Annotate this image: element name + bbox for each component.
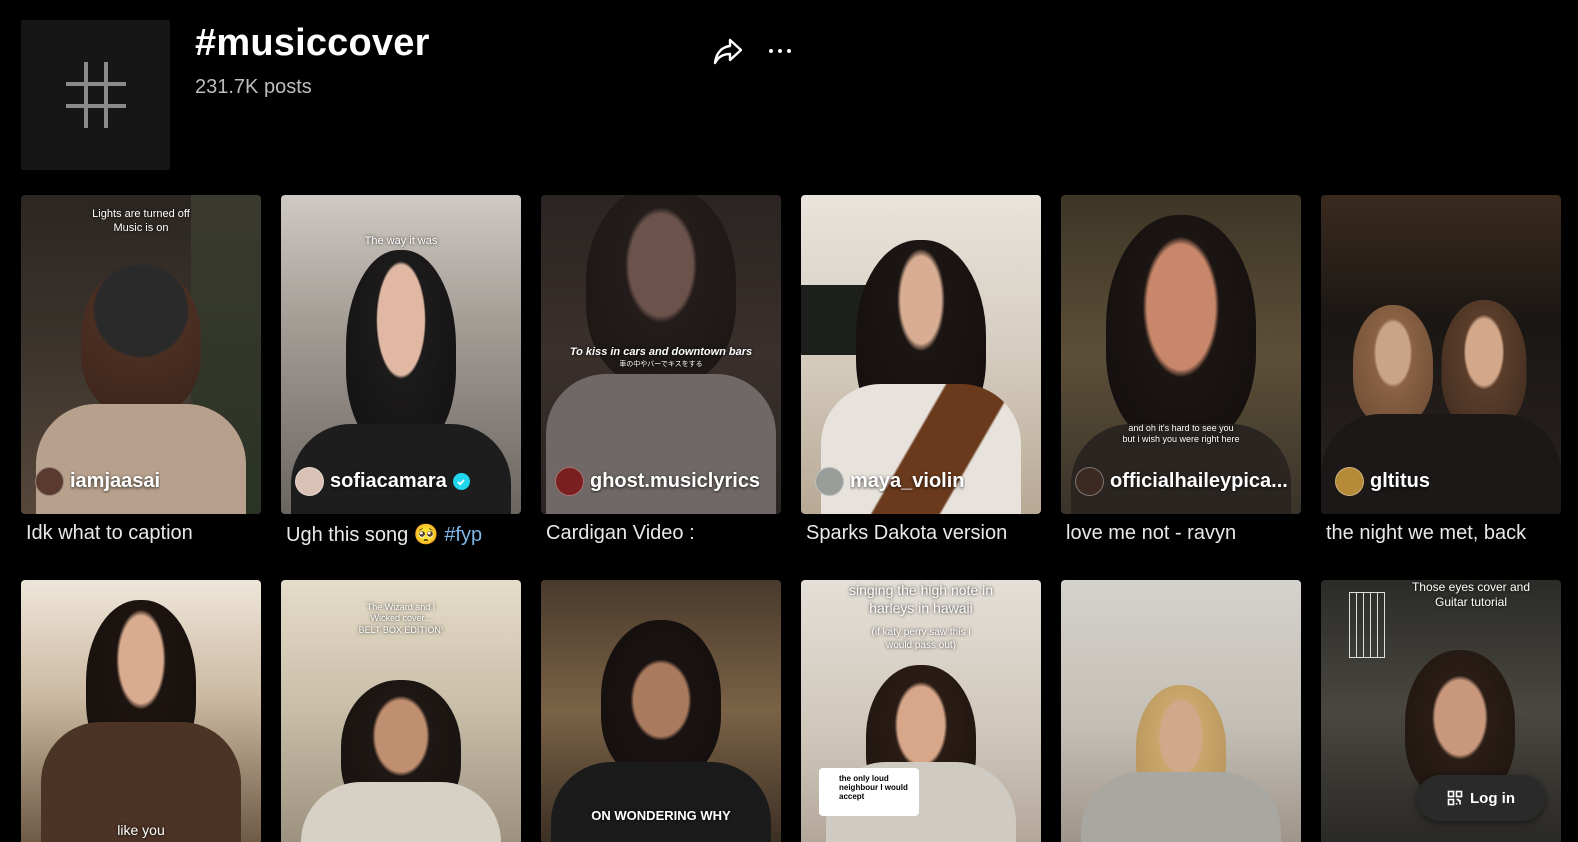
video-card[interactable]: To kiss in cars and downtown bars 車の中やバー…	[541, 195, 781, 544]
author-name: maya_violin	[850, 470, 965, 492]
video-overlay-text: The Wizard and I Wicked cover... BELT BO…	[358, 602, 444, 635]
video-card[interactable]	[1061, 580, 1301, 842]
video-overlay-text: and oh it's hard to see you but i wish y…	[1122, 423, 1240, 445]
video-thumbnail[interactable]: maya_violin	[801, 195, 1041, 514]
author-name: ghost.musiclyrics	[590, 470, 761, 492]
avatar	[295, 467, 324, 496]
video-thumbnail[interactable]: gltitus	[1321, 195, 1561, 514]
hashtag-icon	[21, 20, 170, 170]
video-overlay-text: ON WONDERING WHY	[591, 808, 731, 823]
verified-badge-icon	[452, 473, 470, 490]
video-card[interactable]: like you	[21, 580, 261, 842]
video-thumbnail[interactable]: and oh it's hard to see you but i wish y…	[1061, 195, 1301, 514]
video-thumbnail[interactable]: Lights are turned off Music is on iamjaa…	[21, 195, 261, 514]
video-overlay-text: Those eyes cover and Guitar tutorial	[1411, 580, 1531, 609]
share-button[interactable]	[711, 34, 745, 68]
video-card[interactable]: ON WONDERING WHY	[541, 580, 781, 842]
avatar	[1075, 467, 1104, 496]
page-title: #musiccover	[195, 22, 430, 64]
video-author[interactable]: sofiacamara	[295, 467, 470, 496]
video-caption[interactable]: Sparks Dakota version	[806, 522, 1041, 545]
video-caption[interactable]: Idk what to caption	[26, 522, 261, 545]
video-overlay-text: The way it was	[364, 235, 438, 247]
video-thumbnail[interactable]: ON WONDERING WHY	[541, 580, 781, 842]
video-card[interactable]: gltitus the night we met, back	[1321, 195, 1561, 544]
author-name: sofiacamara	[330, 470, 447, 492]
video-card[interactable]: The Wizard and I Wicked cover... BELT BO…	[281, 580, 521, 842]
video-thumbnail[interactable]: The Wizard and I Wicked cover... BELT BO…	[281, 580, 521, 842]
video-author[interactable]: officialhaileypica...	[1075, 467, 1288, 496]
video-overlay-subtext: 車の中やバーでキスをする	[619, 361, 703, 368]
more-options-button[interactable]	[765, 44, 795, 58]
video-author[interactable]: ghost.musiclyrics	[555, 467, 760, 496]
login-label: Log in	[1470, 789, 1515, 807]
avatar	[815, 467, 844, 496]
video-card[interactable]: and oh it's hard to see you but i wish y…	[1061, 195, 1301, 544]
share-arrow-icon	[713, 38, 743, 65]
more-dots-icon	[769, 49, 773, 53]
video-caption[interactable]: Cardigan Video :	[546, 522, 781, 545]
post-count: 231.7K posts	[195, 76, 312, 98]
video-overlay-subtext: (if katy perry saw this i would pass out…	[871, 627, 971, 651]
video-overlay-text: singing the high note in harleys in hawa…	[849, 582, 993, 616]
author-name: iamjaasai	[70, 470, 161, 492]
author-name: officialhaileypica...	[1110, 470, 1288, 492]
video-card[interactable]: singing the high note in harleys in hawa…	[801, 580, 1041, 842]
hashtag-link[interactable]: #fyp	[444, 524, 482, 546]
video-card[interactable]: Lights are turned off Music is on iamjaa…	[21, 195, 261, 544]
qr-code-icon	[1447, 790, 1463, 806]
hashtag-header: #musiccover 231.7K posts	[21, 20, 821, 170]
video-caption[interactable]: love me not - ravyn	[1066, 522, 1301, 545]
login-button[interactable]: Log in	[1417, 775, 1545, 821]
author-name: gltitus	[1370, 470, 1430, 492]
video-card[interactable]: maya_violin Sparks Dakota version	[801, 195, 1041, 544]
video-overlay-text: Lights are turned off Music is on	[92, 208, 190, 234]
video-caption[interactable]: Ugh this song 🥺 #fyp	[286, 522, 521, 547]
video-thumbnail[interactable]	[1061, 580, 1301, 842]
video-author[interactable]: gltitus	[1335, 467, 1430, 496]
reply-comment-bubble: the only loud neighbour I would accept	[819, 768, 919, 816]
video-thumbnail[interactable]: To kiss in cars and downtown bars 車の中やバー…	[541, 195, 781, 514]
video-author[interactable]: maya_violin	[815, 467, 965, 496]
video-overlay-text: like you	[117, 822, 165, 838]
avatar	[35, 467, 64, 496]
video-card[interactable]: The way it was sofiacamara Ugh this song…	[281, 195, 521, 546]
video-thumbnail[interactable]: singing the high note in harleys in hawa…	[801, 580, 1041, 842]
avatar	[555, 467, 584, 496]
video-overlay-text: To kiss in cars and downtown bars	[569, 346, 753, 358]
video-caption[interactable]: the night we met, back	[1326, 522, 1561, 545]
video-thumbnail[interactable]: The way it was sofiacamara	[281, 195, 521, 514]
chord-diagram	[1349, 592, 1385, 658]
video-author[interactable]: iamjaasai	[35, 467, 160, 496]
video-thumbnail[interactable]: like you	[21, 580, 261, 842]
avatar	[1335, 467, 1364, 496]
